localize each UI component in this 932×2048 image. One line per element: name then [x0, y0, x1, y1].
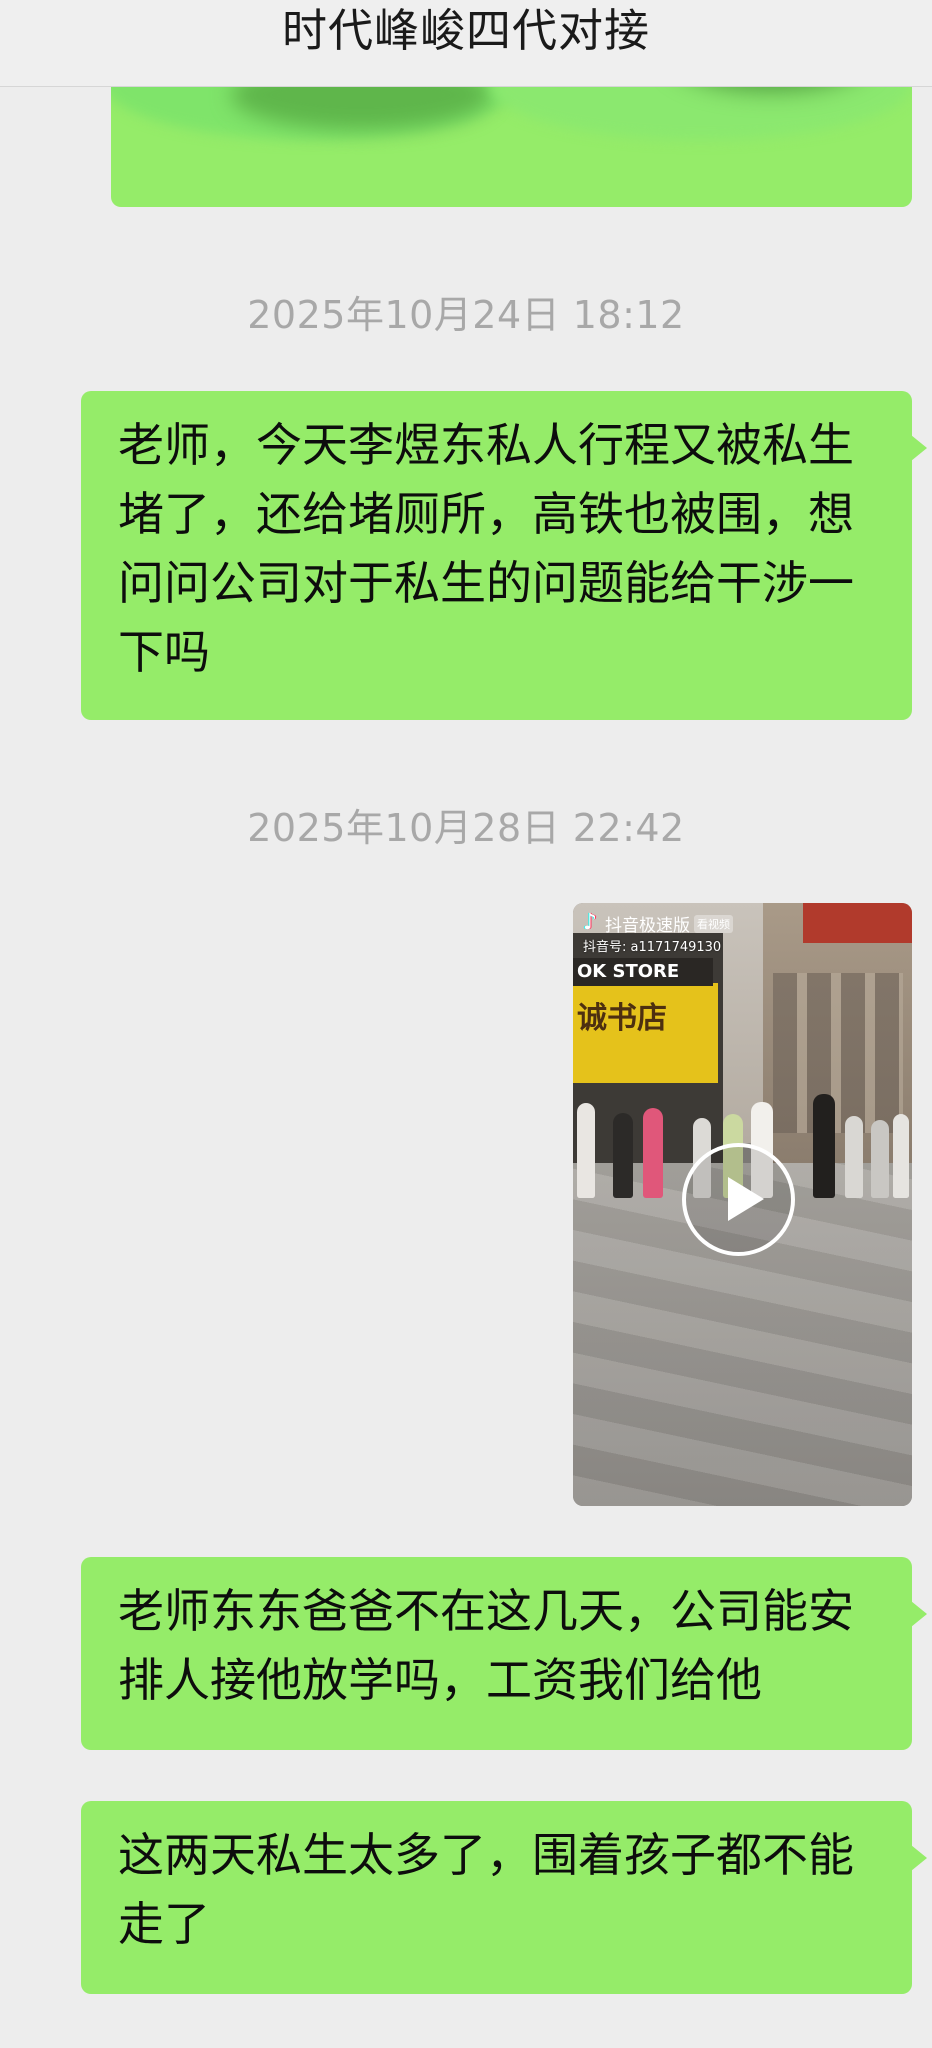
message-bubble[interactable]: 老师，今天李煜东私人行程又被私生堵了，还给堵厕所，高铁也被围，想问问公司对于私生… — [81, 391, 927, 720]
crowd-figure — [577, 1103, 595, 1198]
crowd-figure — [871, 1120, 889, 1198]
play-button[interactable] — [682, 1143, 795, 1256]
video-app-name: 抖音极速版 — [605, 916, 690, 936]
chat-title: 时代峰峻四代对接 — [281, 4, 650, 57]
timestamp: 2025年10月28日 22:42 — [247, 806, 685, 850]
message-text: 老师，今天李煜东私人行程又被私生堵了，还给堵厕所，高铁也被围，想问问公司对于私生… — [118, 418, 854, 679]
video-thumbnail-sign — [803, 903, 912, 943]
crowd-figure — [613, 1113, 633, 1198]
message-text: 这两天私生太多了，围着孩子都不能走了 — [118, 1828, 854, 1951]
video-source-label: 抖音极速版 看视频 — [583, 910, 733, 936]
douyin-logo-icon — [583, 910, 601, 935]
crowd-figure — [893, 1114, 909, 1198]
video-store-sign: OK STORE — [573, 958, 713, 986]
crowd-figure — [813, 1094, 835, 1198]
message-text: 老师东东爸爸不在这几天，公司能安排人接他放学吗，工资我们给他 — [118, 1584, 854, 1707]
video-badge: 看视频 — [694, 914, 733, 933]
video-account-id: 抖音号: a1171749130 — [583, 940, 722, 955]
play-icon — [728, 1177, 764, 1221]
message-bubble[interactable]: 老师东东爸爸不在这几天，公司能安排人接他放学吗，工资我们给他 — [81, 1557, 927, 1750]
crowd-figure — [845, 1116, 863, 1198]
message-bubble[interactable]: 这两天私生太多了，围着孩子都不能走了 — [81, 1801, 927, 1994]
crowd-figure — [643, 1108, 663, 1198]
video-message[interactable]: OK STORE 诚书店 抖音极速版 看视频 抖音号: a1171749130 — [573, 903, 912, 1506]
timestamp: 2025年10月24日 18:12 — [247, 293, 685, 337]
video-shop-name: 诚书店 — [577, 1001, 667, 1036]
chat-header: 时代峰峻四代对接 — [0, 0, 932, 87]
